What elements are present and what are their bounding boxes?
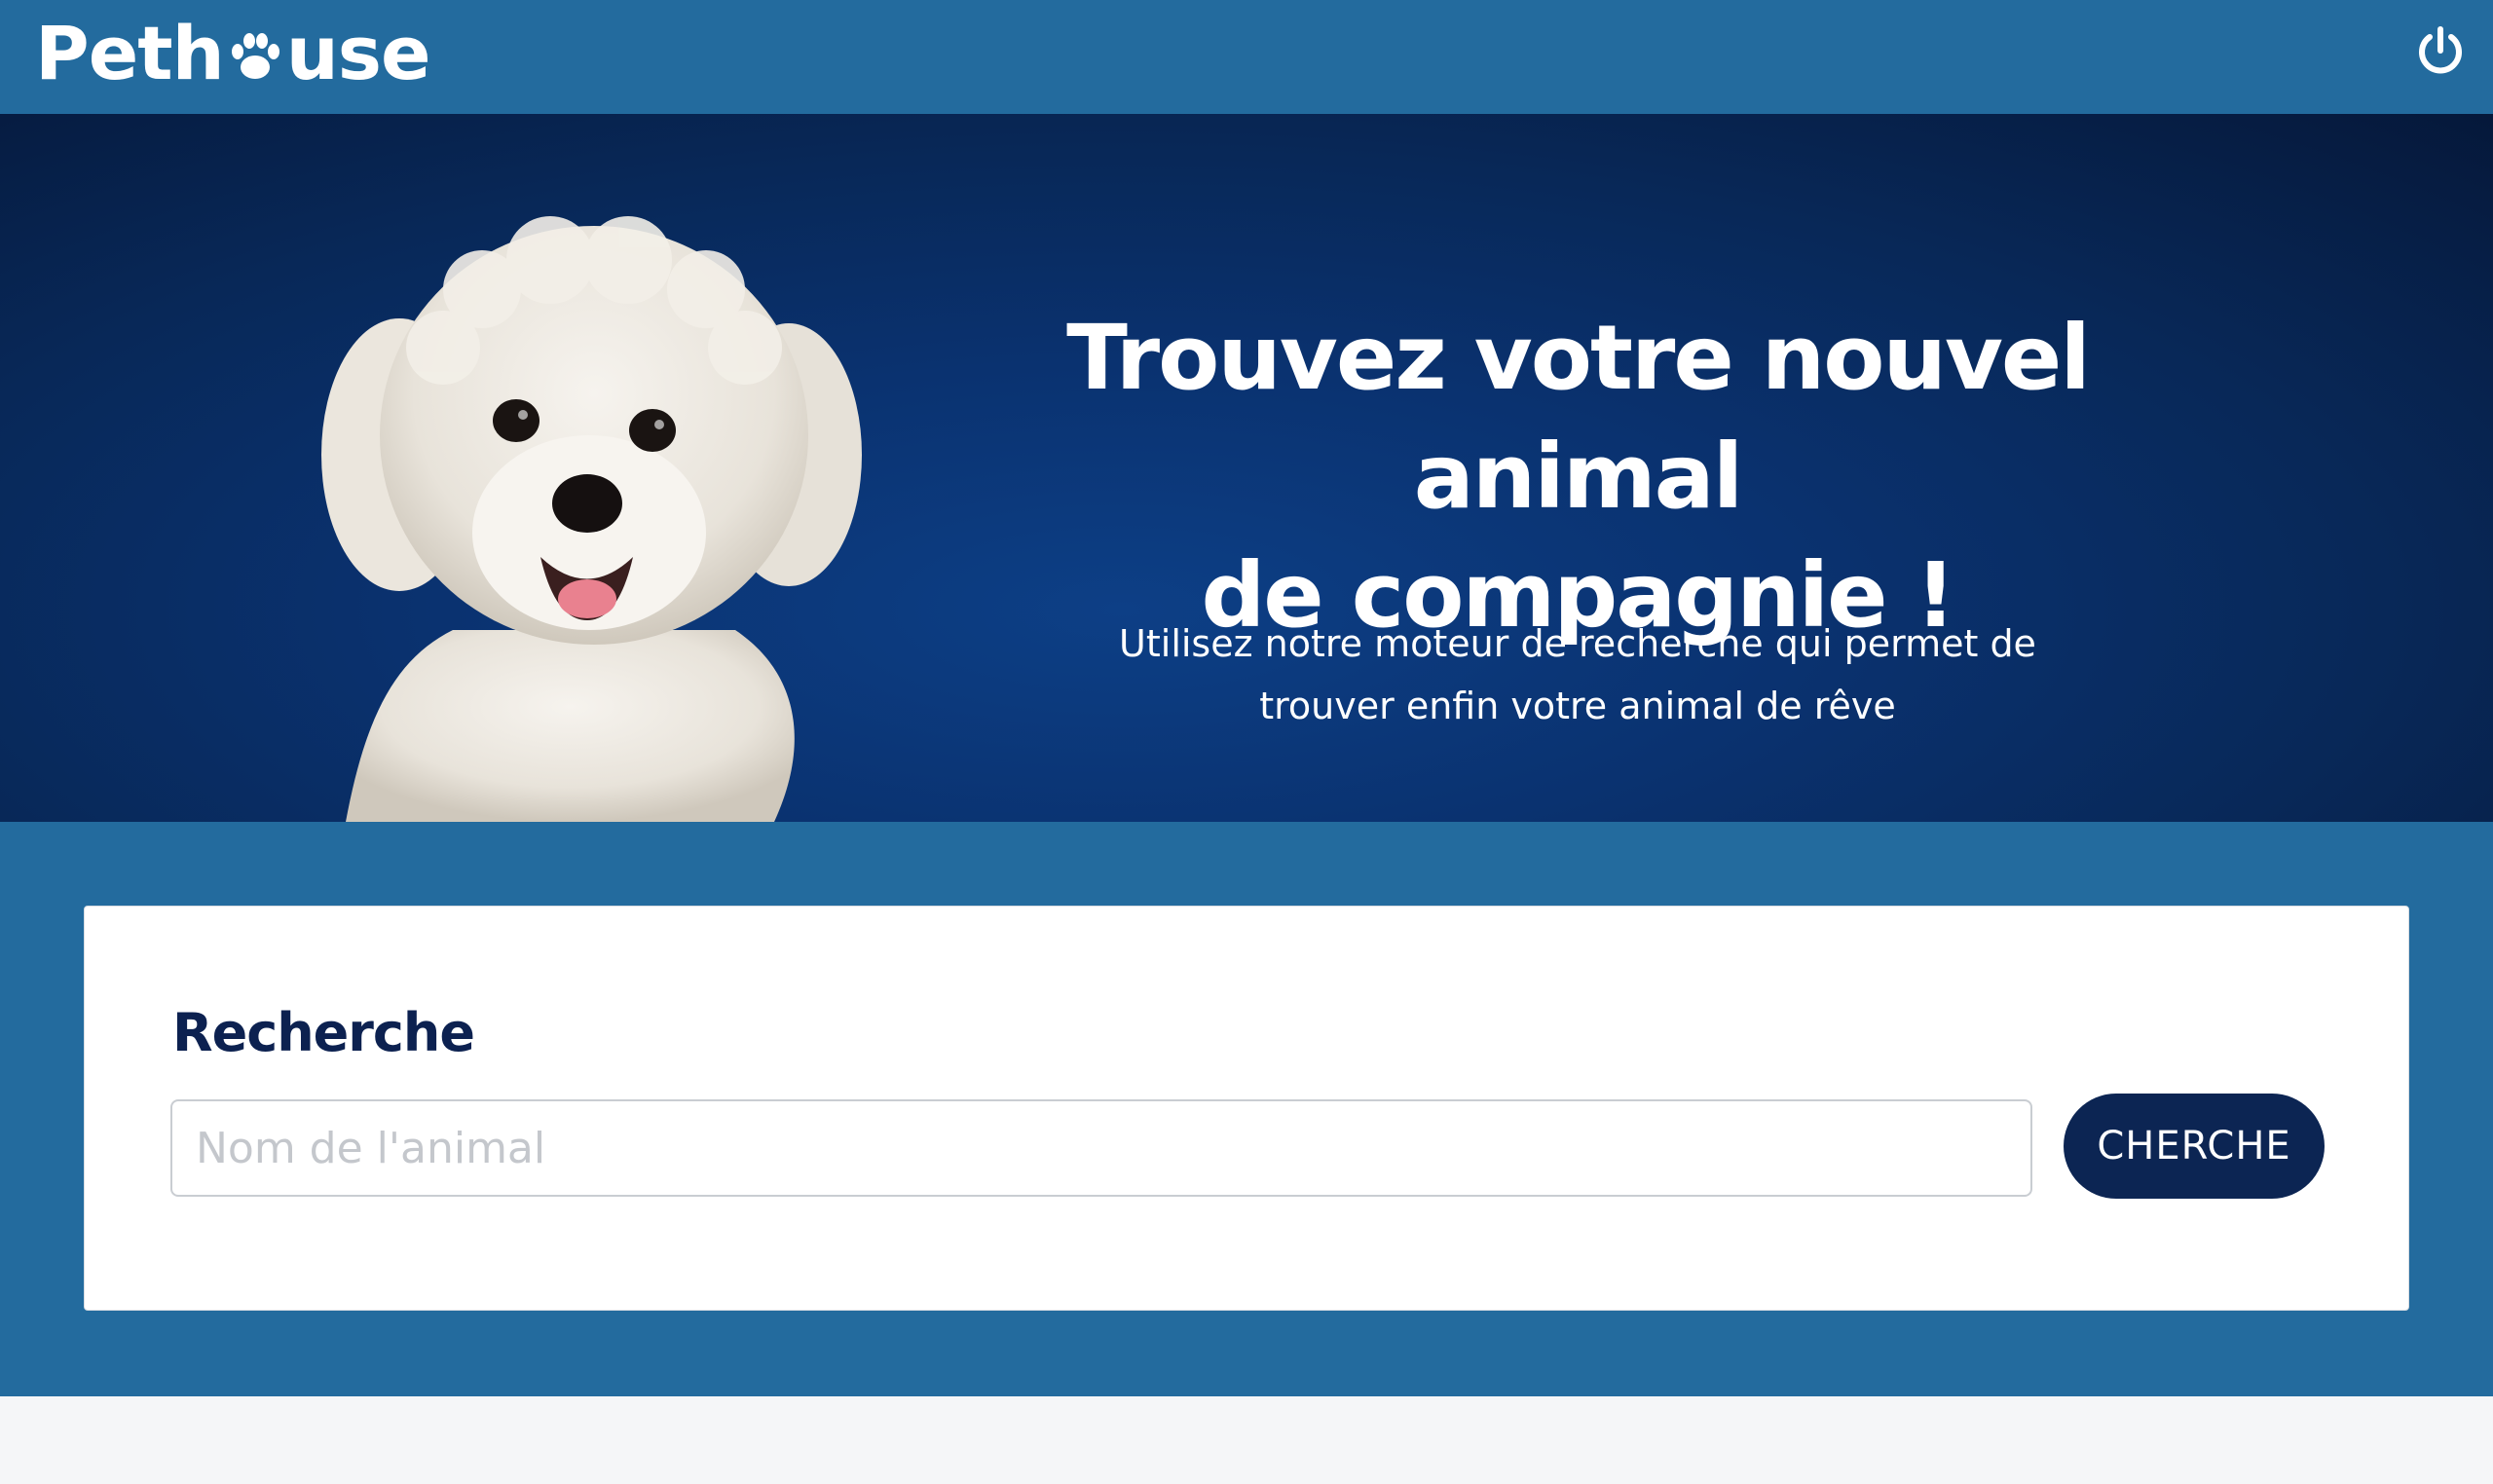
page-footer-area: [0, 1396, 2493, 1484]
search-card: Recherche CHERCHE: [84, 906, 2409, 1311]
hero-subtitle-line2: trouver enfin votre animal de rêve: [1259, 685, 1896, 727]
search-button[interactable]: CHERCHE: [2064, 1094, 2325, 1199]
hero-banner: Trouvez votre nouvel animal de compagnie…: [0, 114, 2493, 822]
pethouse-logo[interactable]: Peth use: [35, 4, 431, 101]
hero-subtitle-line1: Utilisez notre moteur de recherche qui p…: [1119, 622, 2036, 665]
bichon-dog-image: [321, 216, 862, 822]
hero-subtitle: Utilisez notre moteur de recherche qui p…: [1081, 612, 2074, 737]
logo-text-prefix: Peth: [35, 9, 225, 96]
logo-text-suffix: use: [285, 9, 431, 96]
hero-title-line1: Trouvez votre nouvel animal: [1066, 306, 2091, 529]
animal-name-input[interactable]: [170, 1099, 2032, 1197]
top-navbar: Peth use: [0, 0, 2493, 114]
power-icon[interactable]: [2413, 23, 2468, 78]
hero-title: Trouvez votre nouvel animal de compagnie…: [984, 299, 2172, 655]
search-section: Recherche CHERCHE: [0, 822, 2493, 1396]
paw-icon: [231, 33, 279, 79]
search-title: Recherche: [172, 1002, 475, 1063]
